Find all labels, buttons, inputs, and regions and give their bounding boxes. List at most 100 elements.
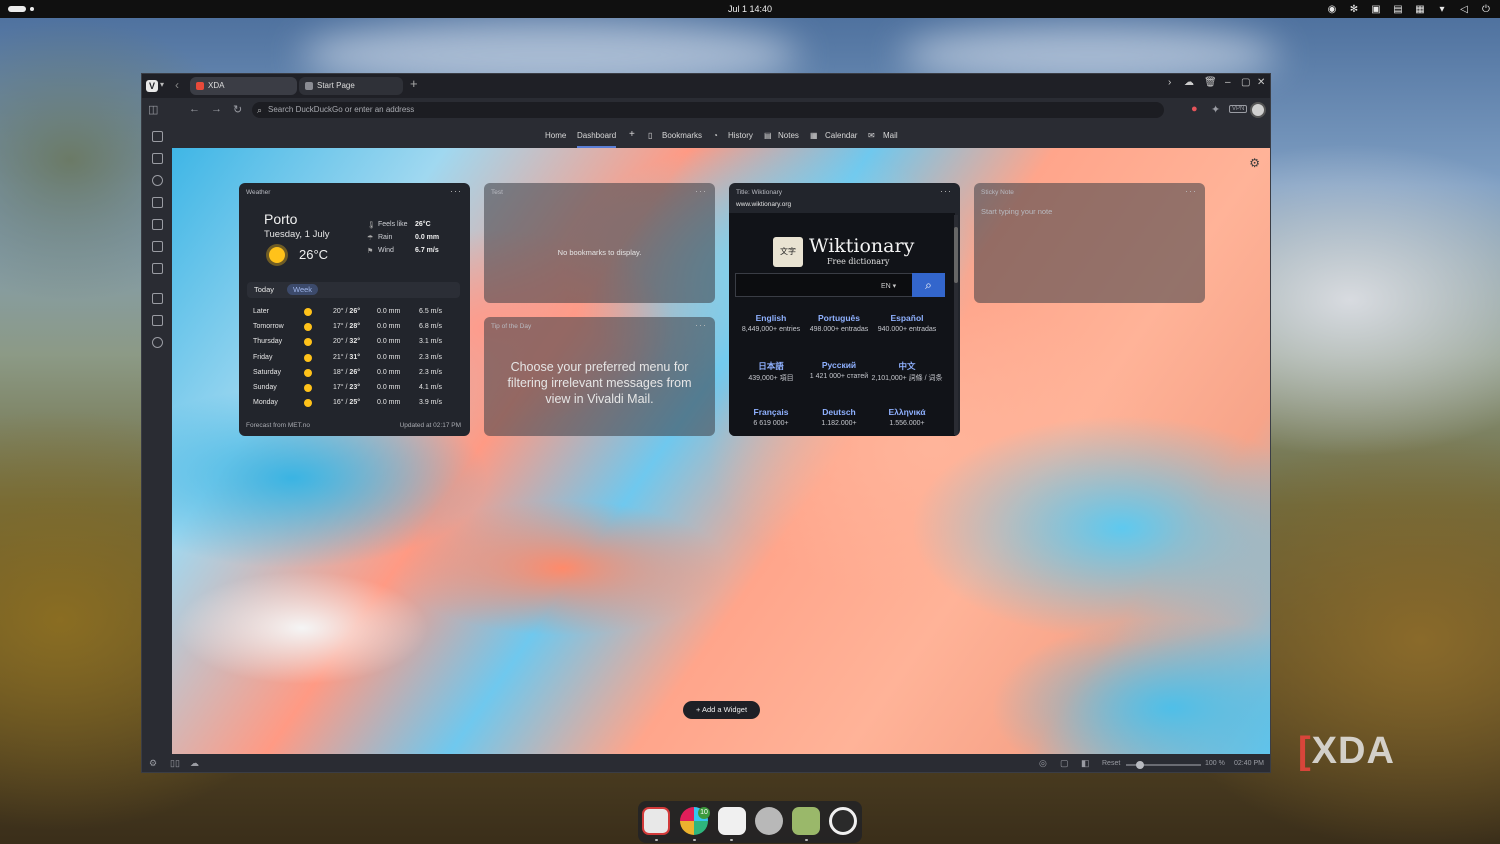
nav-notes[interactable]: Notes <box>778 131 799 140</box>
panel-toggle-icon[interactable]: ⚙ <box>149 758 157 769</box>
forward-button[interactable]: → <box>211 103 222 115</box>
clipboard-icon[interactable]: ▤ <box>1392 3 1404 15</box>
back-button[interactable]: ← <box>189 103 200 115</box>
forecast-rain: 0.0 mm <box>377 353 401 361</box>
files-dock-icon[interactable] <box>792 807 820 835</box>
capture-icon[interactable]: ◎ <box>1039 758 1047 769</box>
profile-avatar[interactable] <box>1250 102 1266 118</box>
vivaldi-dock-icon[interactable] <box>642 807 670 835</box>
maximize-button[interactable]: ▢ <box>1241 77 1250 88</box>
language-link[interactable]: English 8,449,000+ entries <box>735 313 807 335</box>
sync-cloud-icon[interactable]: ☁ <box>190 758 199 769</box>
page-actions-icon[interactable]: ◧ <box>1081 758 1090 769</box>
notes-panel-icon[interactable] <box>152 197 163 208</box>
volume-icon[interactable]: ◁ <box>1458 3 1470 15</box>
translate-panel-icon[interactable] <box>152 219 163 230</box>
forecast-source[interactable]: Forecast from MET.no <box>246 422 310 429</box>
nav-calendar[interactable]: Calendar <box>825 131 857 140</box>
xda-favicon-icon <box>196 82 204 90</box>
forecast-row: Saturday 18° / 26° 0.0 mm 2.3 m/s <box>247 366 460 381</box>
minimize-button[interactable]: ‒ <box>1225 77 1231 88</box>
widget-scrollbar[interactable] <box>954 215 958 435</box>
language-select[interactable]: EN ▾ <box>881 282 896 290</box>
language-link[interactable]: Ελληνικά 1.556.000+ <box>871 407 943 429</box>
forecast-rain: 0.0 mm <box>377 383 401 391</box>
widget-url[interactable]: www.wiktionary.org <box>736 201 791 208</box>
trash-icon[interactable]: 🗑 <box>1204 77 1217 88</box>
running-indicator <box>730 839 733 841</box>
system-clock[interactable]: Jul 1 14:40 <box>0 4 1500 14</box>
nav-bookmarks[interactable]: Bookmarks <box>662 131 702 140</box>
history-panel-icon[interactable] <box>152 175 163 186</box>
tab-start-page[interactable]: Start Page <box>299 77 403 95</box>
nav-mail[interactable]: Mail <box>883 131 898 140</box>
gear-dock-icon[interactable] <box>755 807 783 835</box>
tab-scroll-left-icon[interactable]: ‹ <box>175 78 179 92</box>
language-link[interactable]: Português 498.000+ entradas <box>803 313 875 335</box>
sticky-note-input[interactable]: Start typing your note <box>981 207 1052 216</box>
language-count: 8,449,000+ entries <box>741 326 801 333</box>
menu-caret-icon[interactable]: ▾ <box>160 80 164 89</box>
tab-today[interactable]: Today <box>254 285 274 294</box>
vpn-button[interactable]: VPN <box>1229 105 1248 113</box>
language-name: 中文 <box>898 361 916 371</box>
close-button[interactable]: ✕ <box>1257 77 1265 88</box>
layout-icon[interactable]: ▦ <box>1414 3 1426 15</box>
tab-week[interactable]: Week <box>287 284 319 295</box>
bookmarks-panel-icon[interactable] <box>152 131 163 142</box>
ubuntu-apps-dock-icon[interactable] <box>829 807 857 835</box>
window-panel-icon[interactable] <box>152 263 163 274</box>
language-link[interactable]: 中文 2,101,000+ 詞條 / 词条 <box>871 360 943 384</box>
settings-app-dock-icon[interactable] <box>718 807 746 835</box>
language-link[interactable]: Español 940.000+ entradas <box>871 313 943 335</box>
language-link[interactable]: Русский 1 421 000+ статей <box>803 360 875 382</box>
tab-xda[interactable]: XDA <box>190 77 297 95</box>
language-link[interactable]: Deutsch 1.182.000+ <box>803 407 875 429</box>
reading-list-panel-icon[interactable] <box>152 241 163 252</box>
wiktionary-search-button[interactable]: ⌕ <box>912 273 945 297</box>
nav-home[interactable]: Home <box>545 131 566 140</box>
calendar-panel-icon[interactable] <box>152 293 163 304</box>
add-speed-dial-button[interactable]: + <box>629 129 635 140</box>
add-web-panel-icon[interactable] <box>152 337 163 348</box>
panel-toggle-icon[interactable]: ◫ <box>148 103 158 116</box>
reload-button[interactable]: ↻ <box>233 103 242 116</box>
zoom-slider-knob[interactable] <box>1136 761 1144 769</box>
address-field[interactable]: ⌕ Search DuckDuckGo or enter an address <box>252 102 1164 118</box>
sync-cloud-icon[interactable]: ☁ <box>1184 77 1194 88</box>
nav-history[interactable]: History <box>728 131 753 140</box>
widget-menu-icon[interactable]: ··· <box>940 186 952 196</box>
language-link[interactable]: 日本語 439,000+ 項目 <box>735 360 807 384</box>
page-tiling-icon[interactable]: ▢ <box>1060 758 1069 769</box>
tab-scroll-right-icon[interactable]: › <box>1168 77 1171 88</box>
app-tray-icon[interactable]: ▣ <box>1370 3 1382 15</box>
search-icon: ⌕ <box>925 278 932 292</box>
nav-dashboard[interactable]: Dashboard <box>577 131 617 148</box>
tracker-blocker-icon[interactable]: ● <box>1191 103 1198 115</box>
screen-share-icon[interactable]: ◉ <box>1326 3 1338 15</box>
wifi-icon[interactable]: ▾ <box>1436 3 1448 15</box>
status-clock[interactable]: 02:40 PM <box>1234 760 1264 767</box>
slack-tray-icon[interactable]: ✻ <box>1348 3 1360 15</box>
dashboard-settings-gear-icon[interactable]: ⚙ <box>1249 156 1260 170</box>
widget-menu-icon[interactable]: ··· <box>450 186 462 196</box>
notes-icon: ▤ <box>764 131 772 140</box>
power-icon[interactable]: ⏻ <box>1480 3 1492 15</box>
weather-temperature: 26°C <box>299 247 329 262</box>
widget-menu-icon[interactable]: ··· <box>695 186 707 196</box>
tasks-panel-icon[interactable] <box>152 315 163 326</box>
tile-tabs-icon[interactable]: ▯▯ <box>170 758 180 769</box>
language-name: English <box>755 313 787 323</box>
zoom-reset-button[interactable]: Reset <box>1102 760 1120 767</box>
vivaldi-menu-icon[interactable]: V <box>146 80 158 92</box>
widget-title: Weather <box>246 189 271 196</box>
forecast-low: 17° / <box>333 323 350 331</box>
forecast-low: 16° / <box>333 399 350 407</box>
widget-menu-icon[interactable]: ··· <box>1185 186 1197 196</box>
language-link[interactable]: Français 6 619 000+ <box>735 407 807 429</box>
downloads-panel-icon[interactable] <box>152 153 163 164</box>
extensions-icon[interactable]: ✦ <box>1211 103 1220 116</box>
widget-menu-icon[interactable]: ··· <box>695 320 707 330</box>
new-tab-button[interactable]: + <box>410 76 418 91</box>
add-widget-button[interactable]: + Add a Widget <box>683 701 760 719</box>
